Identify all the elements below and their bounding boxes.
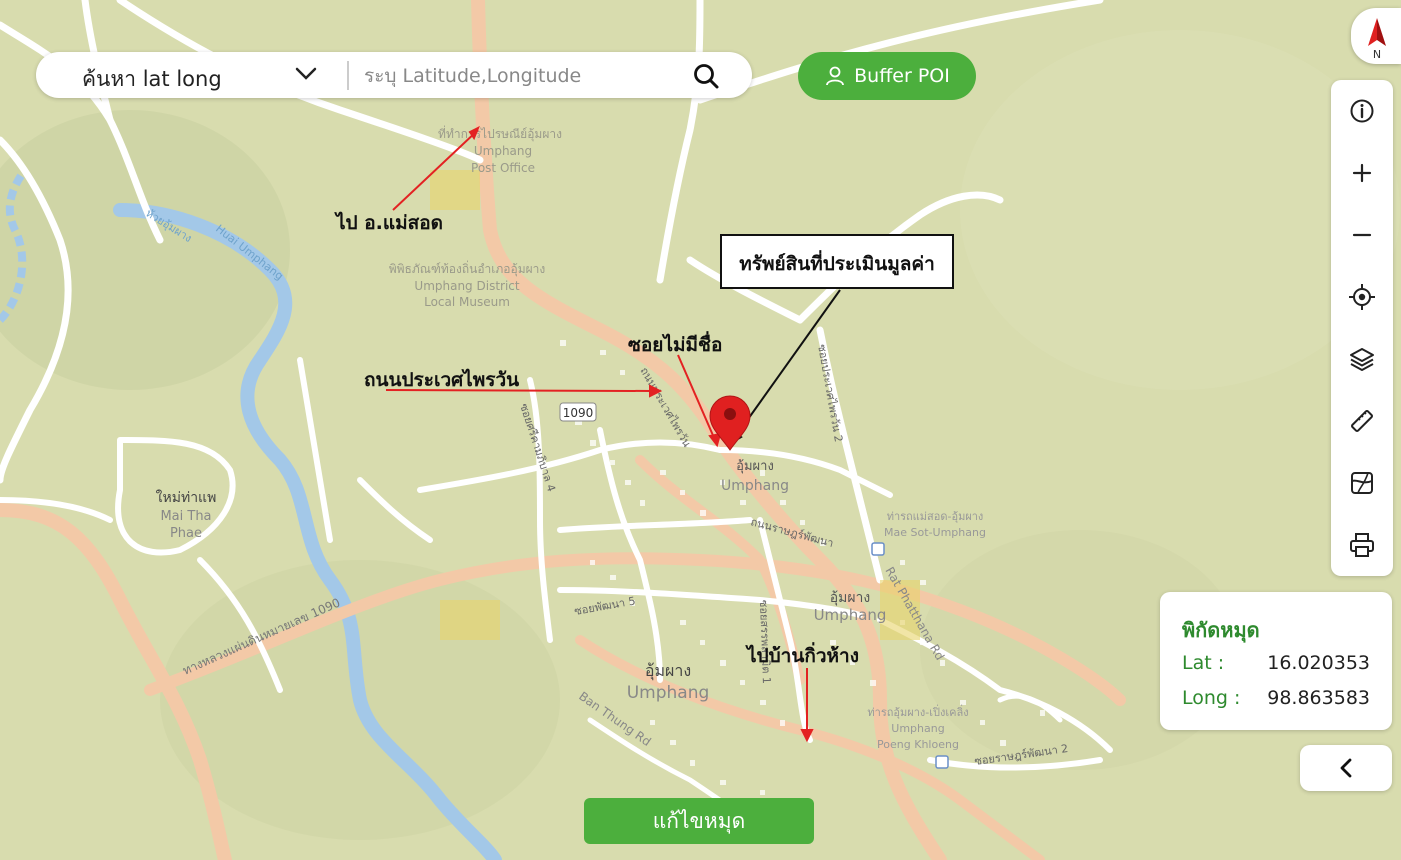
annotation-property: ทรัพย์สินที่ประเมินมูลค่า: [739, 250, 935, 276]
zoom-in-icon: [1352, 163, 1372, 183]
maitha-label-en: Mai Tha: [160, 509, 211, 524]
longitude-value: 98.863583: [1267, 687, 1370, 709]
maitha-label-th: ใหม่ท่าแพ: [156, 489, 217, 506]
route-number: 1090: [563, 406, 594, 420]
compass-button[interactable]: N: [1351, 8, 1401, 64]
coordinates-title: พิกัดหมุด: [1182, 618, 1260, 642]
bus-poeng-label-th: ท่ารถอุ้มผาง-เปิ่งเคลิ่ง: [867, 704, 968, 719]
buffer-poi-label: Buffer POI: [854, 65, 950, 87]
user-pin-icon: [826, 66, 845, 86]
edit-pin-label: แก้ไขหมุด: [652, 808, 746, 833]
zoom-in-button[interactable]: [1346, 157, 1378, 189]
print-button[interactable]: [1346, 529, 1378, 561]
umphang-label-en-3: Umphang: [627, 683, 710, 703]
umphang-label-th-2: อุ้มผาง: [830, 590, 871, 606]
edit-pin-button[interactable]: แก้ไขหมุด: [584, 798, 814, 844]
latlong-search-input[interactable]: [362, 60, 676, 92]
search-bar: ค้นหา lat long: [36, 52, 752, 98]
post-office-label-en: Umphang: [474, 144, 532, 158]
latitude-label: Lat :: [1182, 652, 1225, 674]
maitha-label-en2: Phae: [170, 526, 202, 541]
museum-label-en2: Local Museum: [424, 295, 510, 309]
info-icon: [1350, 99, 1374, 123]
print-icon: [1350, 533, 1374, 557]
map-canvas[interactable]: 1090 ที่ทำการไปรษณีย์อุ้มผาง Umphang Pos…: [0, 0, 1401, 860]
museum-label-th: พิพิธภัณฑ์ท้องถิ่นอำเภออุ้มผาง: [389, 260, 546, 277]
bus-poeng-label-en2: Poeng Khloeng: [877, 738, 959, 751]
search-icon[interactable]: [692, 62, 720, 90]
north-arrow-icon: N: [1368, 18, 1386, 61]
annotation-to-maesot: ไป อ.แม่สอด: [334, 211, 443, 234]
bus-maesot-label-en: Mae Sot-Umphang: [884, 526, 986, 539]
longitude-label: Long :: [1182, 687, 1241, 709]
bus-stop-icon: [935, 755, 949, 769]
svg-text:N: N: [1373, 48, 1381, 61]
search-mode-selector[interactable]: ค้นหา lat long: [82, 63, 222, 96]
annotation-prawet-road: ถนนประเวศไพรวัน: [364, 368, 519, 391]
zoom-out-button[interactable]: [1346, 219, 1378, 251]
zoom-out-icon: [1352, 233, 1372, 237]
latitude-value: 16.020353: [1267, 652, 1370, 674]
annotation-unnamed-soi: ซอยไม่มีชื่อ: [628, 331, 722, 356]
annotation-to-kiewhang: ไปบ้านกิ่วห้าง: [745, 642, 859, 667]
map-style-button[interactable]: [1346, 467, 1378, 499]
measure-button[interactable]: [1346, 405, 1378, 437]
layers-button[interactable]: [1346, 343, 1378, 375]
info-button[interactable]: [1346, 95, 1378, 127]
museum-label-en: Umphang District: [414, 279, 519, 293]
umphang-label-en-2: Umphang: [814, 606, 887, 624]
map-style-icon: [1351, 472, 1373, 494]
collapse-panel-button[interactable]: [1300, 745, 1392, 791]
chevron-down-icon[interactable]: [294, 64, 318, 84]
locate-icon: [1349, 284, 1375, 310]
bus-stop-icon: [871, 542, 885, 556]
umphang-label-th-3: อุ้มผาง: [645, 661, 691, 681]
ruler-icon: [1351, 410, 1373, 432]
layers-icon: [1350, 348, 1374, 371]
umphang-label-en-1: Umphang: [721, 478, 789, 494]
umphang-label-th-1: อุ้มผาง: [736, 459, 774, 474]
search-divider: [347, 61, 349, 90]
bus-poeng-label-en: Umphang: [891, 722, 944, 735]
post-office-label-en2: Post Office: [471, 161, 535, 175]
post-office-label-th: ที่ทำการไปรษณีย์อุ้มผาง: [438, 125, 562, 142]
buffer-poi-button[interactable]: Buffer POI: [798, 52, 976, 100]
map-toolbar: [1331, 80, 1393, 576]
chevron-left-icon: [1340, 758, 1352, 778]
bus-maesot-label-th: ท่ารถแม่สอด-อุ้มผาง: [887, 510, 984, 523]
pin-coordinates-panel: พิกัดหมุด Lat : 16.020353 Long : 98.8635…: [1160, 592, 1392, 730]
locate-button[interactable]: [1346, 281, 1378, 313]
